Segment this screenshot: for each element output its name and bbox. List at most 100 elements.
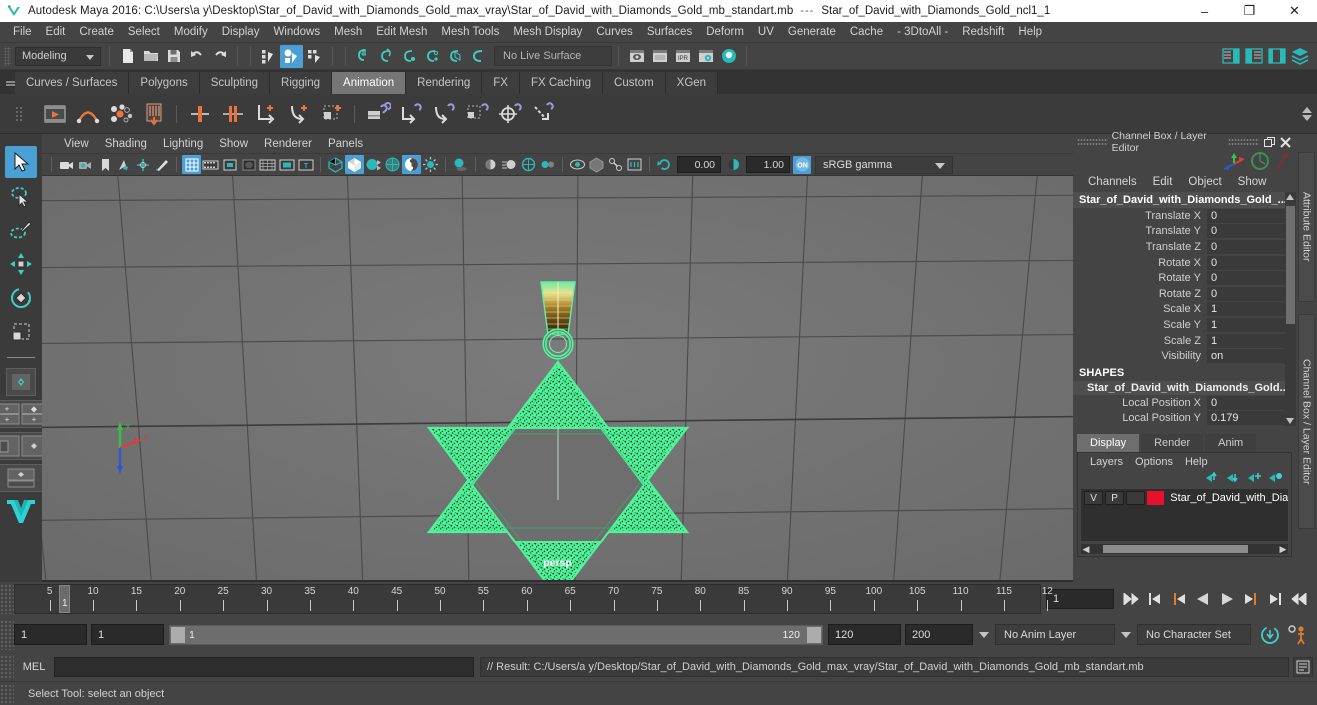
channel-value[interactable]: 1 [1207,333,1285,348]
shelf-tab-xgen[interactable]: XGen [665,72,719,94]
gamma-value-field[interactable]: 1.00 [746,156,790,173]
menu-create[interactable]: Create [72,24,121,40]
tab-channel-box-layer-editor[interactable]: Channel Box / Layer Editor [1298,314,1315,529]
isolate-select-icon[interactable] [568,155,587,174]
shelf-tab-polygons[interactable]: Polygons [129,72,200,94]
shelf-tab-rendering[interactable]: Rendering [406,72,483,94]
live-surface-field[interactable]: No Live Surface [494,46,612,66]
channel-box-menu-channels[interactable]: Channels [1081,175,1144,189]
select-camera-icon[interactable] [57,155,76,174]
smooth-shade-all-icon[interactable] [345,155,364,174]
script-language-label[interactable]: MEL [14,661,54,673]
move-layer-up-icon[interactable] [1205,471,1220,487]
ipr-render-button[interactable]: IPR [671,45,694,68]
move-tool[interactable] [5,248,37,280]
go-to-end-button[interactable] [1287,586,1311,612]
playblast-button[interactable] [38,97,71,130]
layer-menu-help[interactable]: Help [1179,456,1214,468]
menu-select[interactable]: Select [121,24,167,40]
channel-value[interactable]: 1 [1207,317,1285,332]
lasso-tool[interactable] [5,180,37,212]
character-set-selector[interactable]: No Character Set [1137,624,1251,645]
layout-single-perspective-button[interactable] [6,368,36,396]
hscrollbar-thumb[interactable] [1103,545,1248,554]
xray-icon[interactable] [587,155,606,174]
set-key-rotate-button[interactable] [282,97,315,130]
viewport-menu-panels[interactable]: Panels [320,137,371,151]
field-chart-icon[interactable] [258,155,277,174]
channel-box-scrollbar[interactable] [1285,192,1296,427]
menu-file[interactable]: File [6,24,39,40]
layer-editor-tab-render[interactable]: Render [1141,434,1204,453]
menu-mesh[interactable]: Mesh [327,24,369,40]
layer-list[interactable]: V P Star_of_David_with_Dian [1081,489,1288,542]
command-line-grip[interactable] [0,655,14,679]
menu-help[interactable]: Help [1011,24,1049,40]
shelf-tab-rigging[interactable]: Rigging [270,72,333,94]
gamma-reset-icon[interactable] [724,155,743,174]
menu-windows[interactable]: Windows [266,24,327,40]
chevron-down-icon[interactable] [979,631,989,638]
current-frame-field[interactable]: 1 [1046,588,1114,609]
menu-edit-mesh[interactable]: Edit Mesh [369,24,434,40]
scroll-down-icon[interactable] [1302,114,1312,121]
xray-joints-icon[interactable] [606,155,625,174]
show-hide-tool-settings-button[interactable] [1242,45,1265,68]
step-forward-frame-button[interactable] [1239,586,1263,612]
save-scene-button[interactable] [162,45,185,68]
shelf-tab-custom[interactable]: Custom [603,72,666,94]
select-by-object-type-button[interactable] [280,44,303,68]
menu-set-selector[interactable]: Modeling [15,46,101,66]
viewport-menu-view[interactable]: View [56,137,97,151]
channel-value[interactable]: 0 [1207,239,1285,254]
time-slider[interactable]: 1 5 10 15 20 25 30 35 40 45 50 55 60 65 70 75 80 85 90 95 1… [14,583,1053,614]
time-slider-grip[interactable] [0,583,14,614]
wireframe-on-shaded-icon[interactable] [383,155,402,174]
channel-value[interactable]: 1 [1207,302,1285,317]
grid-toggle-icon[interactable] [182,155,201,174]
ambient-occlusion-icon[interactable] [481,155,500,174]
range-start-handle[interactable] [171,626,185,643]
viewport-menu-renderer[interactable]: Renderer [256,137,320,151]
redo-button[interactable] [208,45,231,68]
layer-name[interactable]: Star_of_David_with_Dian [1166,492,1288,504]
paint-selection-tool[interactable] [5,214,37,246]
command-input-field[interactable] [54,657,474,677]
perspective-viewport[interactable]: y x persp [42,176,1073,580]
bookmark-icon[interactable] [95,155,114,174]
channel-row[interactable]: Translate X 0 [1073,208,1285,224]
layer-color-swatch[interactable] [1147,491,1165,506]
step-forward-keyframe-button[interactable] [1263,586,1287,612]
color-management-toggle-icon[interactable]: ON [793,155,811,174]
tab-attribute-editor[interactable]: Attribute Editor [1298,152,1315,302]
channel-row[interactable]: Local Position X 0 [1073,395,1285,411]
step-back-keyframe-button[interactable] [1143,586,1167,612]
shelf-tab-curves-surfaces[interactable]: Curves / Surfaces [15,72,130,94]
maximize-button[interactable]: ❐ [1227,0,1272,22]
channel-row[interactable]: Visibility on [1073,348,1285,364]
shelf-tab-animation[interactable]: Animation [332,72,407,94]
menu-display[interactable]: Display [215,24,267,40]
play-backwards-button[interactable] [1191,586,1215,612]
channel-value[interactable]: 0 [1207,255,1285,270]
menu-3dtoall[interactable]: - 3DtoAll - [890,24,955,40]
channel-row[interactable]: Local Position Y 0.179 [1073,411,1285,427]
orient-constraint-button[interactable] [427,97,460,130]
pole-vector-constraint-button[interactable] [526,97,559,130]
resolution-gate-icon[interactable] [220,155,239,174]
snap-to-view-planes-button[interactable] [444,45,467,68]
bake-animation-button[interactable] [137,97,170,130]
move-layer-down-icon[interactable] [1226,471,1241,487]
viewport-menu-shading[interactable]: Shading [97,137,155,151]
shape-node-name[interactable]: Star_of_David_with_Diamonds_Gold... [1073,380,1285,395]
layer-list-hscrollbar[interactable]: ◀ ▶ [1081,544,1288,555]
set-key-button[interactable] [183,97,216,130]
create-new-layer-icon[interactable] [1247,471,1262,487]
make-live-button[interactable] [467,45,490,68]
play-forwards-button[interactable] [1215,586,1239,612]
image-plane-icon[interactable] [114,155,133,174]
snap-to-curve-button[interactable] [375,45,398,68]
channel-box-menu-edit[interactable]: Edit [1146,175,1180,189]
gate-mask-icon[interactable] [239,155,258,174]
channel-row[interactable]: Translate Y 0 [1073,224,1285,240]
